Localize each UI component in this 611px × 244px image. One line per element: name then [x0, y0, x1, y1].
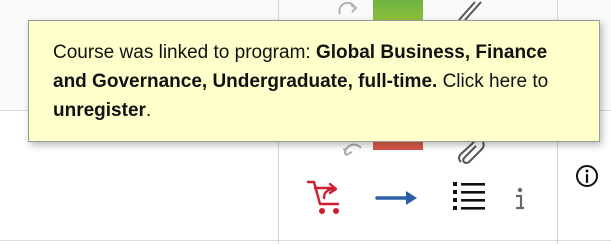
- refresh-icon[interactable]: [337, 2, 359, 20]
- cart-remove-icon[interactable]: [306, 178, 346, 220]
- list-icon[interactable]: [452, 179, 486, 211]
- linked-program-tooltip[interactable]: Course was linked to program: Global Bus…: [28, 20, 600, 142]
- row-divider-bottom: [0, 240, 611, 241]
- unregister-link[interactable]: unregister: [53, 100, 146, 121]
- undo-icon[interactable]: [341, 140, 365, 156]
- info-circle-icon[interactable]: [575, 164, 599, 188]
- tooltip-middle: Click here to: [437, 71, 549, 92]
- tooltip-prefix: Course was linked to program:: [53, 42, 316, 63]
- attachment-icon[interactable]: [455, 138, 487, 166]
- paperclip-icon[interactable]: [455, 0, 485, 22]
- info-icon[interactable]: [512, 186, 528, 212]
- arrow-right-icon[interactable]: [375, 188, 419, 208]
- tooltip-suffix: .: [145, 100, 152, 121]
